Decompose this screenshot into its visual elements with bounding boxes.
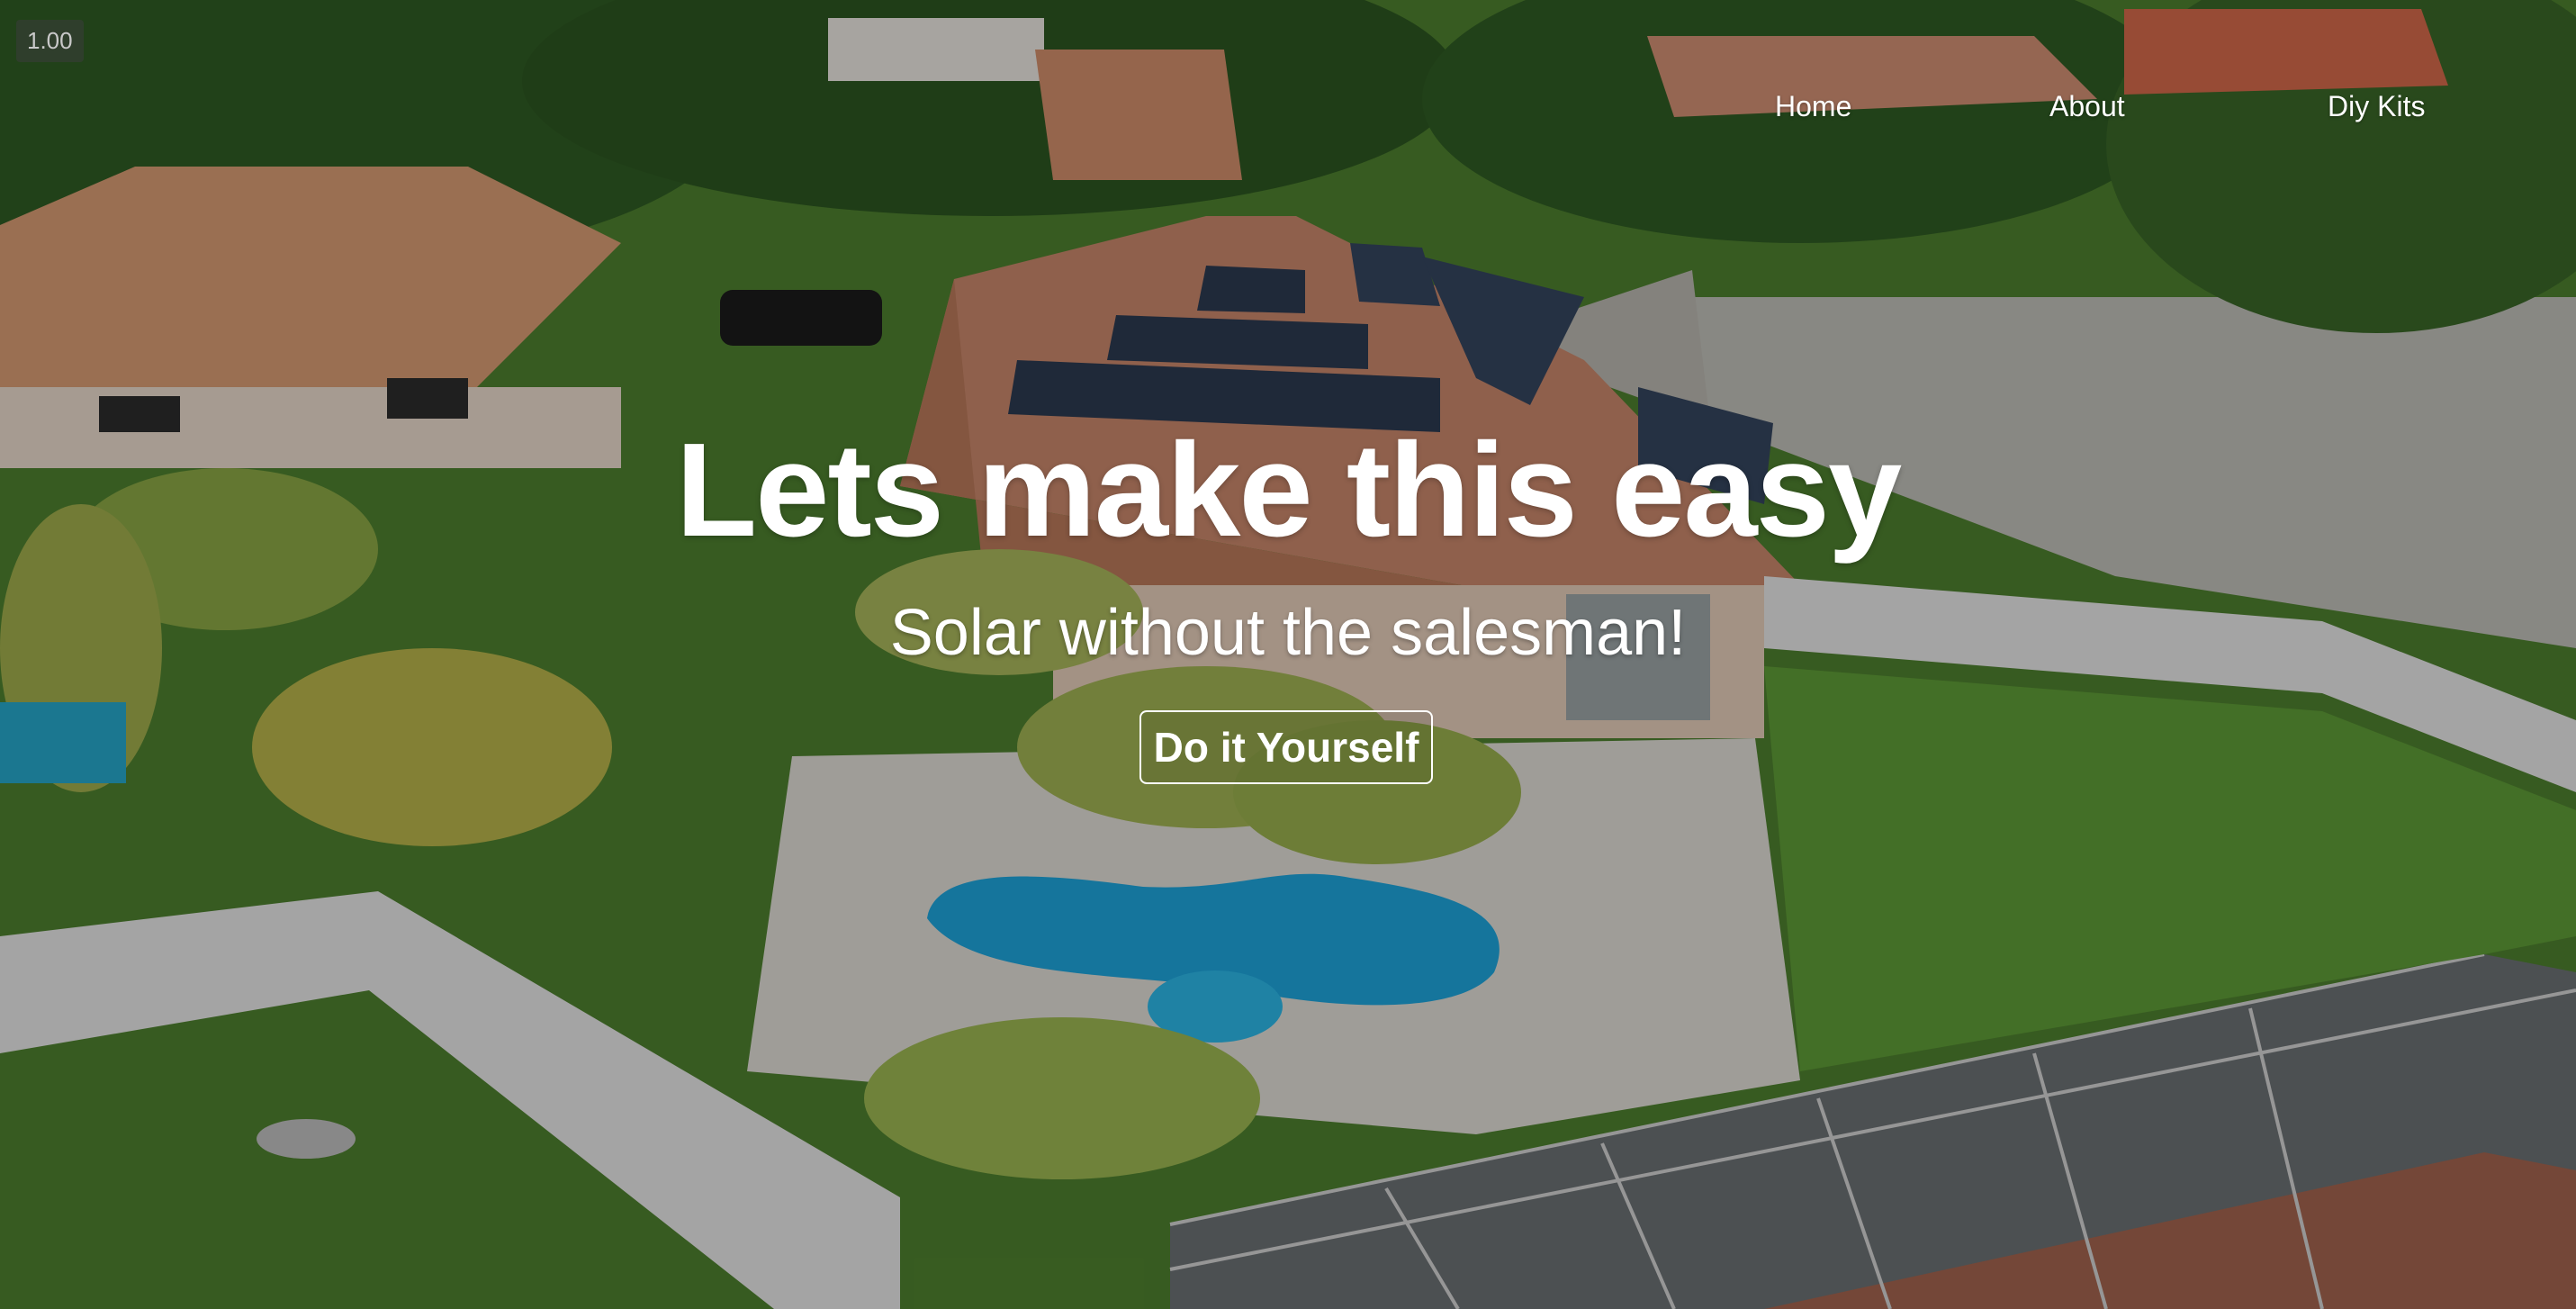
zoom-level-badge: 1.00 <box>16 20 84 62</box>
nav-link-about[interactable]: About <box>2049 90 2125 123</box>
hero-subtitle: Solar without the salesman! <box>889 597 1687 669</box>
top-navigation: Home About Diy Kits <box>0 90 2576 135</box>
do-it-yourself-button[interactable]: Do it Yourself <box>1139 710 1433 784</box>
hero-title: Lets make this easy <box>675 416 1903 564</box>
nav-link-diy-kits[interactable]: Diy Kits <box>2328 90 2425 123</box>
nav-link-home[interactable]: Home <box>1775 90 1851 123</box>
